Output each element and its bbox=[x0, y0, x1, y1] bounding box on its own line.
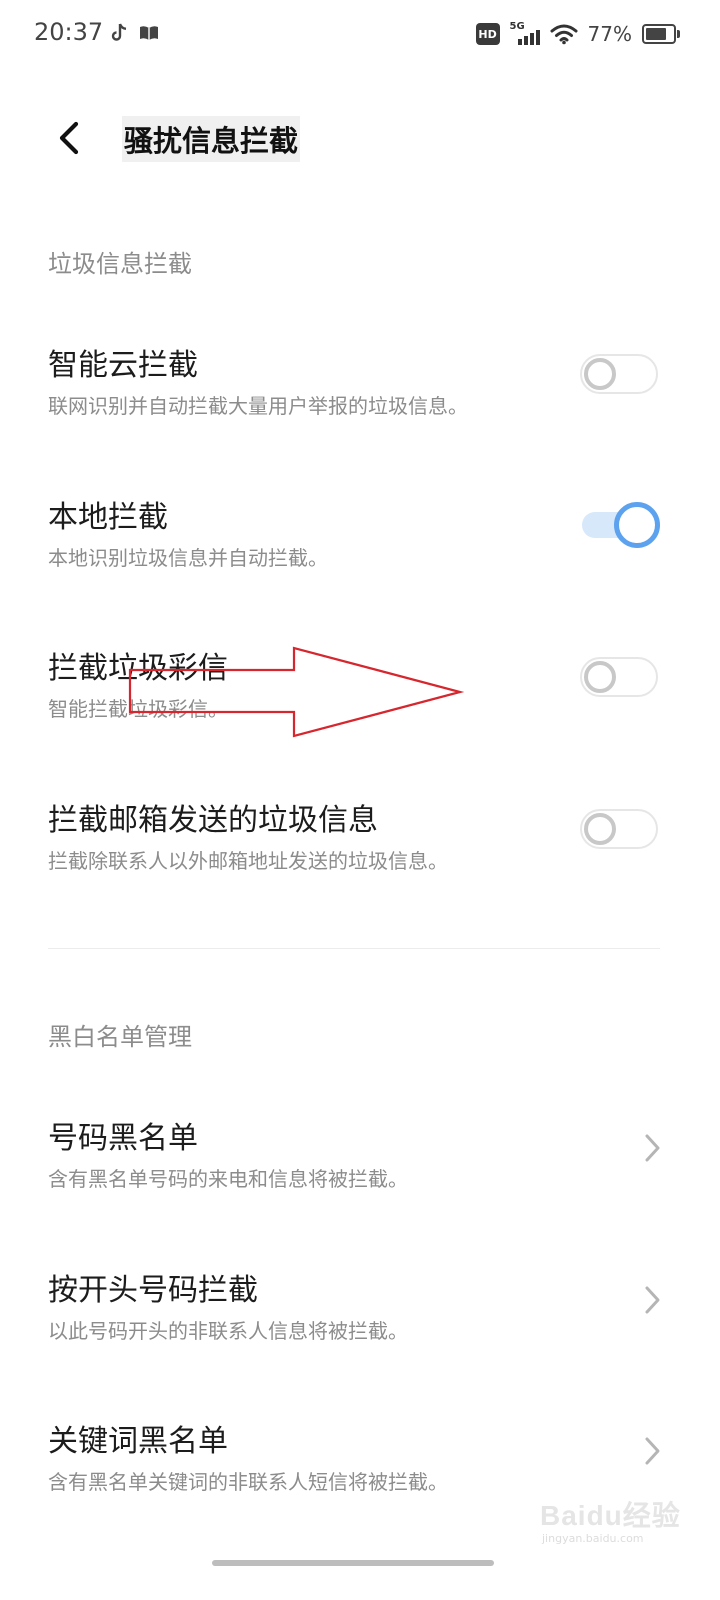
status-bar: 20:37 HD 5G 77% bbox=[0, 0, 720, 70]
setting-title: 智能云拦截 bbox=[48, 348, 198, 383]
book-icon bbox=[140, 26, 158, 40]
setting-title: 本地拦截 bbox=[48, 500, 168, 535]
status-indicators: HD 5G 77% bbox=[475, 18, 680, 50]
toggle-switch-email-spam[interactable] bbox=[580, 809, 658, 849]
page-title: 骚扰信息拦截 bbox=[122, 116, 301, 162]
setting-title: 关键词黑名单 bbox=[48, 1424, 228, 1459]
setting-subtitle: 本地识别垃圾信息并自动拦截。 bbox=[48, 546, 328, 570]
watermark-brand: Baidu经验 bbox=[540, 1500, 681, 1531]
setting-subtitle: 含有黑名单号码的来电和信息将被拦截。 bbox=[48, 1167, 408, 1191]
section-divider bbox=[48, 948, 660, 949]
chevron-right-icon bbox=[645, 1437, 660, 1465]
status-time: 20:37 bbox=[34, 18, 104, 46]
section-header-spam: 垃圾信息拦截 bbox=[48, 250, 192, 278]
battery-icon bbox=[642, 24, 680, 44]
setting-row-prefix-intercept[interactable]: 按开头号码拦截 以此号码开头的非联系人信息将被拦截。 bbox=[0, 1265, 720, 1395]
baidu-watermark: Baidu经验 jingyan.baidu.com bbox=[538, 1488, 708, 1548]
setting-title: 拦截邮箱发送的垃圾信息 bbox=[48, 803, 378, 838]
setting-subtitle: 联网识别并自动拦截大量用户举报的垃圾信息。 bbox=[48, 394, 468, 418]
setting-subtitle: 拦截除联系人以外邮箱地址发送的垃圾信息。 bbox=[48, 849, 448, 873]
setting-row-local-intercept[interactable]: 本地拦截 本地识别垃圾信息并自动拦截。 bbox=[0, 492, 720, 622]
chevron-right-icon bbox=[645, 1286, 660, 1314]
toggle-switch-local-intercept[interactable] bbox=[582, 502, 660, 548]
setting-title: 拦截垃圾彩信 bbox=[48, 651, 228, 686]
setting-subtitle: 含有黑名单关键词的非联系人短信将被拦截。 bbox=[48, 1470, 448, 1494]
battery-percent: 77% bbox=[587, 22, 632, 46]
switch-knob bbox=[584, 661, 616, 693]
setting-row-cloud-intercept[interactable]: 智能云拦截 联网识别并自动拦截大量用户举报的垃圾信息。 bbox=[0, 340, 720, 470]
switch-knob bbox=[584, 358, 616, 390]
section-header-blacklist: 黑白名单管理 bbox=[48, 1023, 192, 1051]
chevron-right-icon bbox=[645, 1134, 660, 1162]
home-indicator[interactable] bbox=[212, 1560, 494, 1566]
wifi-icon bbox=[550, 24, 578, 45]
back-button[interactable] bbox=[44, 110, 92, 166]
watermark-url: jingyan.baidu.com bbox=[542, 1532, 644, 1545]
toggle-switch-spam-mms[interactable] bbox=[580, 657, 658, 697]
app-bar: 骚扰信息拦截 bbox=[0, 100, 720, 176]
setting-subtitle: 智能拦截垃圾彩信。 bbox=[48, 697, 228, 721]
setting-row-email-spam[interactable]: 拦截邮箱发送的垃圾信息 拦截除联系人以外邮箱地址发送的垃圾信息。 bbox=[0, 795, 720, 925]
switch-knob bbox=[614, 502, 660, 548]
switch-knob bbox=[584, 813, 616, 845]
tiktok-icon bbox=[111, 23, 127, 41]
setting-title: 号码黑名单 bbox=[48, 1121, 198, 1156]
hd-badge: HD bbox=[475, 23, 500, 45]
toggle-switch-cloud-intercept[interactable] bbox=[580, 354, 658, 394]
setting-title: 按开头号码拦截 bbox=[48, 1273, 258, 1308]
battery-level-fill bbox=[646, 28, 666, 40]
cellular-signal-icon: 5G bbox=[510, 21, 540, 47]
setting-subtitle: 以此号码开头的非联系人信息将被拦截。 bbox=[48, 1319, 408, 1343]
setting-row-spam-mms[interactable]: 拦截垃圾彩信 智能拦截垃圾彩信。 bbox=[0, 643, 720, 773]
chevron-left-icon bbox=[59, 121, 79, 155]
setting-row-number-blacklist[interactable]: 号码黑名单 含有黑名单号码的来电和信息将被拦截。 bbox=[0, 1113, 720, 1243]
